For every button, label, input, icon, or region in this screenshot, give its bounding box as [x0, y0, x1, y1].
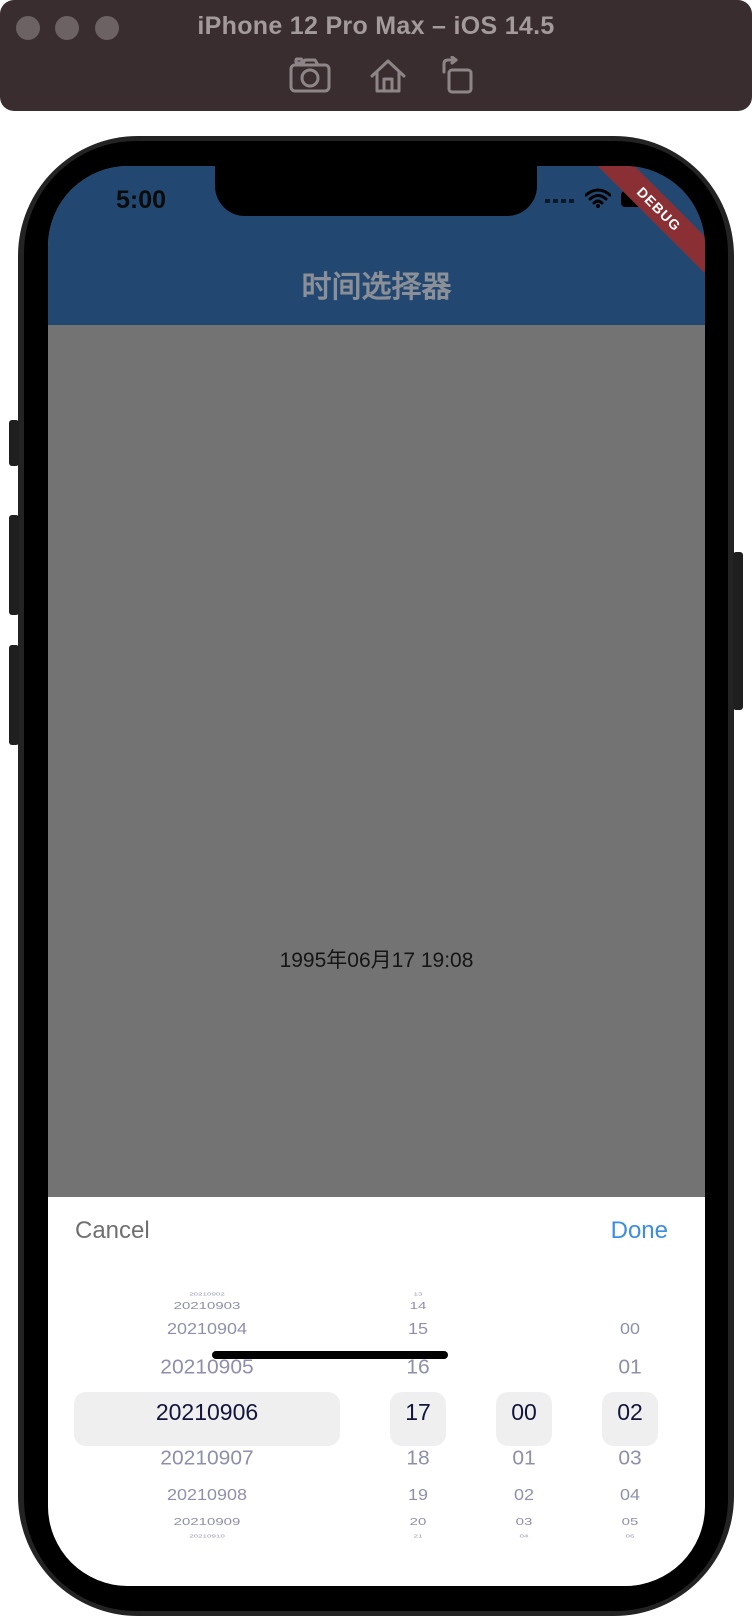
second-wheel-item[interactable]: 00 — [590, 1321, 670, 1338]
minute-wheel-item[interactable]: 01 — [484, 1448, 564, 1470]
minute-wheel-item[interactable]: 03 — [484, 1516, 564, 1528]
volume-down-button — [9, 645, 19, 745]
date-wheel-item[interactable]: 20210908 — [74, 1487, 340, 1504]
screenshot-icon[interactable] — [288, 56, 332, 96]
device-notch — [215, 166, 537, 216]
date-wheel-item[interactable]: 20210903 — [74, 1300, 340, 1312]
minute-selected-value[interactable]: 00 — [484, 1399, 564, 1425]
selected-datetime-text: 1995年06月17 19:08 — [279, 949, 474, 972]
hour-wheel[interactable]: 13 14 15 16 17 18 19 20 21 — [378, 1292, 458, 1542]
page-title: 时间选择器 — [301, 271, 452, 304]
minute-wheel-item[interactable]: 02 — [484, 1487, 564, 1504]
second-wheel-item[interactable]: 03 — [590, 1448, 670, 1470]
device-screen: 5:00 DEBUG 时间选择器 1995年06月17 19:08 Cancel… — [48, 166, 705, 1586]
home-icon[interactable] — [368, 56, 408, 96]
hour-wheel-item[interactable]: 14 — [378, 1300, 458, 1312]
simulator-title: iPhone 12 Pro Max – iOS 14.5 — [197, 12, 555, 40]
hour-wheel-item[interactable]: 18 — [378, 1448, 458, 1470]
second-wheel-item[interactable]: 05 — [590, 1516, 670, 1528]
hour-wheel-item[interactable]: 21 — [378, 1534, 458, 1539]
hour-wheel-item[interactable]: 19 — [378, 1487, 458, 1504]
datetime-picker-sheet: Cancel Done 20210902 20210903 20210904 2021… — [48, 1197, 705, 1586]
cellular-signal-icon — [545, 199, 574, 203]
cancel-button[interactable]: Cancel — [75, 1217, 150, 1245]
date-wheel-item[interactable]: 20210905 — [74, 1357, 340, 1379]
hour-wheel-item[interactable]: 16 — [378, 1357, 458, 1379]
simulator-title-bar: iPhone 12 Pro Max – iOS 14.5 — [0, 0, 752, 111]
silent-switch — [9, 420, 19, 466]
minute-wheel[interactable]: 00 01 02 03 04 — [484, 1292, 564, 1542]
second-wheel[interactable]: 00 01 02 03 04 05 06 — [590, 1292, 670, 1542]
home-indicator[interactable] — [212, 1351, 448, 1359]
hour-wheel-item[interactable]: 13 — [378, 1292, 458, 1297]
date-wheel-item[interactable]: 20210910 — [74, 1534, 340, 1539]
power-button — [733, 552, 743, 710]
second-wheel-item[interactable]: 01 — [590, 1357, 670, 1379]
hour-wheel-item[interactable]: 20 — [378, 1516, 458, 1528]
date-wheel-item[interactable]: 20210902 — [74, 1292, 340, 1297]
second-wheel-item[interactable]: 06 — [590, 1534, 670, 1539]
app-bar: 5:00 DEBUG 时间选择器 — [48, 166, 705, 325]
second-selected-value[interactable]: 02 — [590, 1399, 670, 1425]
status-time: 5:00 — [116, 186, 167, 214]
minute-wheel-item[interactable]: 04 — [484, 1534, 564, 1539]
date-wheel-item[interactable]: 20210909 — [74, 1516, 340, 1528]
rotate-icon[interactable] — [440, 56, 476, 96]
date-wheel-item[interactable]: 20210904 — [74, 1321, 340, 1338]
date-selected-value[interactable]: 20210906 — [74, 1399, 340, 1425]
date-wheel-item[interactable]: 20210907 — [74, 1448, 340, 1470]
debug-banner: DEBUG — [593, 166, 705, 275]
second-wheel-item[interactable]: 04 — [590, 1487, 670, 1504]
done-button[interactable]: Done — [611, 1217, 668, 1245]
date-wheel[interactable]: 20210902 20210903 20210904 20210905 20210906… — [74, 1292, 340, 1542]
volume-up-button — [9, 515, 19, 615]
hour-selected-value[interactable]: 17 — [378, 1399, 458, 1425]
wifi-icon — [585, 188, 611, 208]
hour-wheel-item[interactable]: 15 — [378, 1321, 458, 1338]
